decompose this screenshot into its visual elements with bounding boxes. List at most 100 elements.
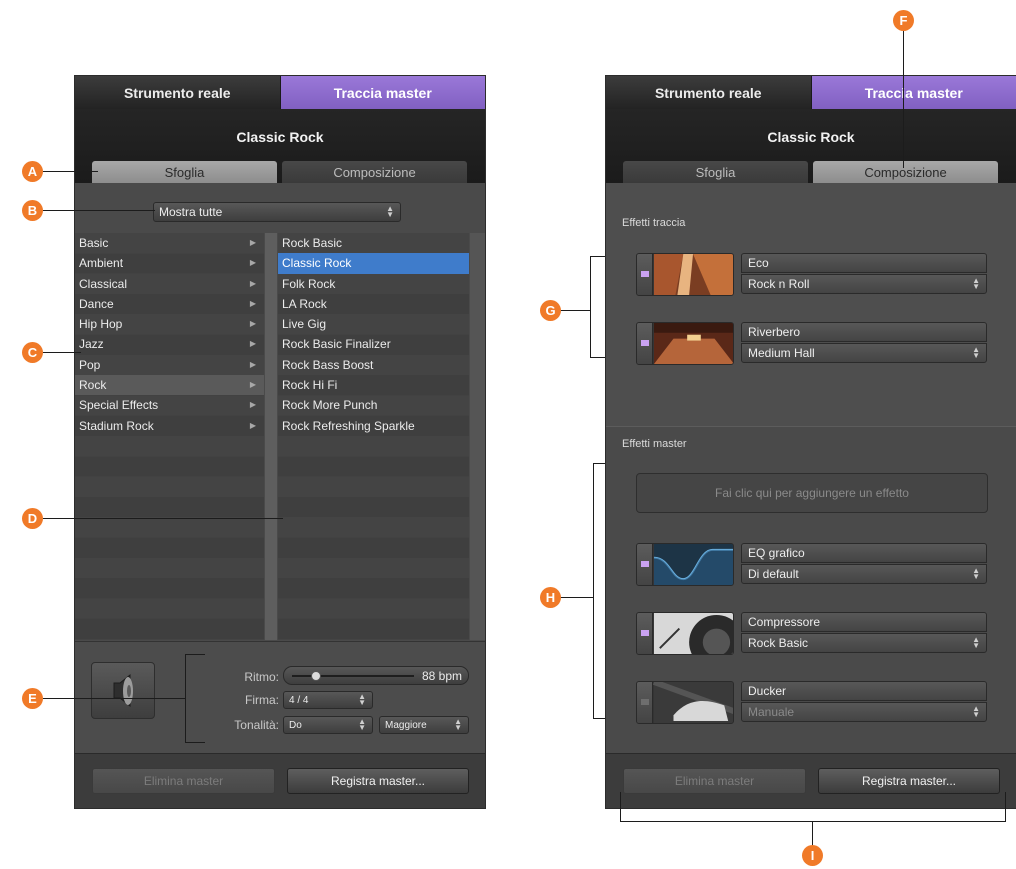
key-label: Tonalità: xyxy=(234,718,279,732)
list-item[interactable]: Rock Basic xyxy=(278,233,469,253)
chevron-right-icon: ▶ xyxy=(249,258,256,268)
led-icon xyxy=(641,630,649,636)
list-item[interactable]: Hip Hop ▶ xyxy=(75,314,264,334)
callout-g: G xyxy=(540,300,561,321)
subtab-browse[interactable]: Sfoglia xyxy=(623,161,808,183)
callout-d: D xyxy=(22,508,43,529)
effect-thumb[interactable] xyxy=(636,322,734,365)
list-item[interactable]: LA Rock xyxy=(278,294,469,314)
bracket-e-bottom xyxy=(185,742,205,743)
bracket-i-bottom xyxy=(620,821,1006,822)
preset-list: Rock Basic Classic Rock Folk Rock LA Roc… xyxy=(278,233,469,640)
updown-icon: ▲ ▼ xyxy=(358,717,366,732)
ducker-icon xyxy=(653,682,733,723)
power-toggle[interactable] xyxy=(637,613,653,654)
key-select[interactable]: Do ▲ ▼ xyxy=(283,716,373,734)
filter-select[interactable]: Mostra tutte ▲ ▼ xyxy=(153,202,401,222)
delete-master-button[interactable]: Elimina master xyxy=(92,768,275,794)
list-item[interactable]: Dance ▶ xyxy=(75,294,264,314)
list-item-selected[interactable]: Classic Rock xyxy=(278,253,469,274)
signature-select[interactable]: 4 / 4 ▲ ▼ xyxy=(283,691,373,709)
mode-select[interactable]: Maggiore ▲ ▼ xyxy=(379,716,469,734)
list-item[interactable]: Folk Rock xyxy=(278,274,469,294)
updown-icon: ▲ ▼ xyxy=(972,345,980,360)
power-toggle[interactable] xyxy=(637,544,653,585)
effect-preset-select[interactable]: Medium Hall ▲ ▼ xyxy=(741,343,987,363)
effect-thumb[interactable] xyxy=(636,681,734,724)
effect-name-select[interactable]: EQ grafico xyxy=(741,543,987,563)
header: Classic Rock Sfoglia Composizione xyxy=(75,109,485,183)
tempo-slider[interactable]: 88 bpm xyxy=(283,666,469,685)
chevron-right-icon: ▶ xyxy=(249,339,256,349)
effect-preset-select[interactable]: Rock Basic ▲ ▼ xyxy=(741,633,987,653)
effect-graphic-eq: EQ grafico Di default ▲ ▼ xyxy=(636,543,988,587)
effect-name-select[interactable]: Ducker xyxy=(741,681,987,701)
bracket-e xyxy=(185,654,186,743)
tab-master-track[interactable]: Traccia master xyxy=(811,76,1016,109)
callout-line-b xyxy=(43,210,155,211)
add-effect-button[interactable]: Fai clic qui per aggiungere un effetto xyxy=(636,473,988,513)
tab-real-instrument[interactable]: Strumento reale xyxy=(75,76,281,109)
list-item[interactable]: Ambient ▶ xyxy=(75,253,264,273)
list-item[interactable]: Stadium Rock ▶ xyxy=(75,416,264,436)
power-toggle[interactable] xyxy=(637,254,653,295)
subtab-edit[interactable]: Composizione xyxy=(813,161,998,183)
subtab-edit[interactable]: Composizione xyxy=(282,161,467,183)
tempo-track xyxy=(292,671,414,681)
power-toggle[interactable] xyxy=(637,323,653,364)
callout-line-f xyxy=(903,30,904,168)
effect-preset-select[interactable]: Di default ▲ ▼ xyxy=(741,564,987,584)
list-item[interactable]: Live Gig xyxy=(278,314,469,334)
list-item[interactable]: Classical ▶ xyxy=(75,274,264,294)
list-item[interactable]: Basic ▶ xyxy=(75,233,264,253)
list-item[interactable]: Jazz ▶ xyxy=(75,334,264,354)
column-divider[interactable] xyxy=(265,233,277,640)
list-item[interactable]: Rock Bass Boost xyxy=(278,355,469,375)
effect-thumb[interactable] xyxy=(636,253,734,296)
effect-preset-select[interactable]: Rock n Roll ▲ ▼ xyxy=(741,274,987,294)
tempo-value: 88 bpm xyxy=(421,669,462,683)
save-master-button[interactable]: Registra master... xyxy=(287,768,469,794)
list-item[interactable]: Rock Refreshing Sparkle xyxy=(278,416,469,436)
callout-b: B xyxy=(22,200,43,221)
tempo-knob[interactable] xyxy=(311,671,322,681)
callout-line-h xyxy=(560,597,593,598)
list-item[interactable]: Special Effects ▶ xyxy=(75,395,264,415)
bracket-i-right xyxy=(1005,792,1006,822)
bracket-g-bottom xyxy=(590,357,605,358)
list-item[interactable]: Rock Basic Finalizer xyxy=(278,334,469,354)
effect-thumb[interactable] xyxy=(636,612,734,655)
callout-c: C xyxy=(22,342,43,363)
effect-name-select[interactable]: Riverbero xyxy=(741,322,987,342)
delete-master-button[interactable]: Elimina master xyxy=(623,768,806,794)
effect-name-select[interactable]: Eco xyxy=(741,253,987,273)
chevron-right-icon: ▶ xyxy=(249,278,256,288)
list-item[interactable]: Rock Hi Fi xyxy=(278,375,469,395)
save-master-button[interactable]: Registra master... xyxy=(818,768,1000,794)
effect-compressor: Compressore Rock Basic ▲ ▼ xyxy=(636,612,988,656)
effect-thumb[interactable] xyxy=(636,543,734,586)
subtab-browse[interactable]: Sfoglia xyxy=(92,161,277,183)
updown-icon: ▲ ▼ xyxy=(358,692,366,707)
callout-line-d xyxy=(43,518,283,519)
effect-preset-select[interactable]: Manuale ▲ ▼ xyxy=(741,702,987,722)
signature-label: Firma: xyxy=(245,693,279,707)
updown-icon: ▲ ▼ xyxy=(972,635,980,650)
scrollbar[interactable] xyxy=(470,233,485,640)
top-tabs: Strumento reale Traccia master xyxy=(75,76,485,109)
effect-name-select[interactable]: Compressore xyxy=(741,612,987,632)
list-item[interactable]: Rock More Punch xyxy=(278,395,469,415)
right-panel: Strumento reale Traccia master Classic R… xyxy=(605,75,1016,809)
master-effects-label: Effetti master xyxy=(622,438,687,450)
callout-h: H xyxy=(540,587,561,608)
power-toggle[interactable] xyxy=(637,682,653,723)
preset-title: Classic Rock xyxy=(767,129,855,145)
preset-title: Classic Rock xyxy=(236,129,324,145)
callout-line-a xyxy=(43,171,98,172)
chevron-right-icon: ▶ xyxy=(249,298,256,308)
list-item-selected[interactable]: Rock ▶ xyxy=(75,375,264,396)
tab-real-instrument[interactable]: Strumento reale xyxy=(606,76,812,109)
tab-master-track[interactable]: Traccia master xyxy=(280,76,485,109)
chevron-right-icon: ▶ xyxy=(249,359,256,369)
list-item[interactable]: Pop ▶ xyxy=(75,355,264,375)
